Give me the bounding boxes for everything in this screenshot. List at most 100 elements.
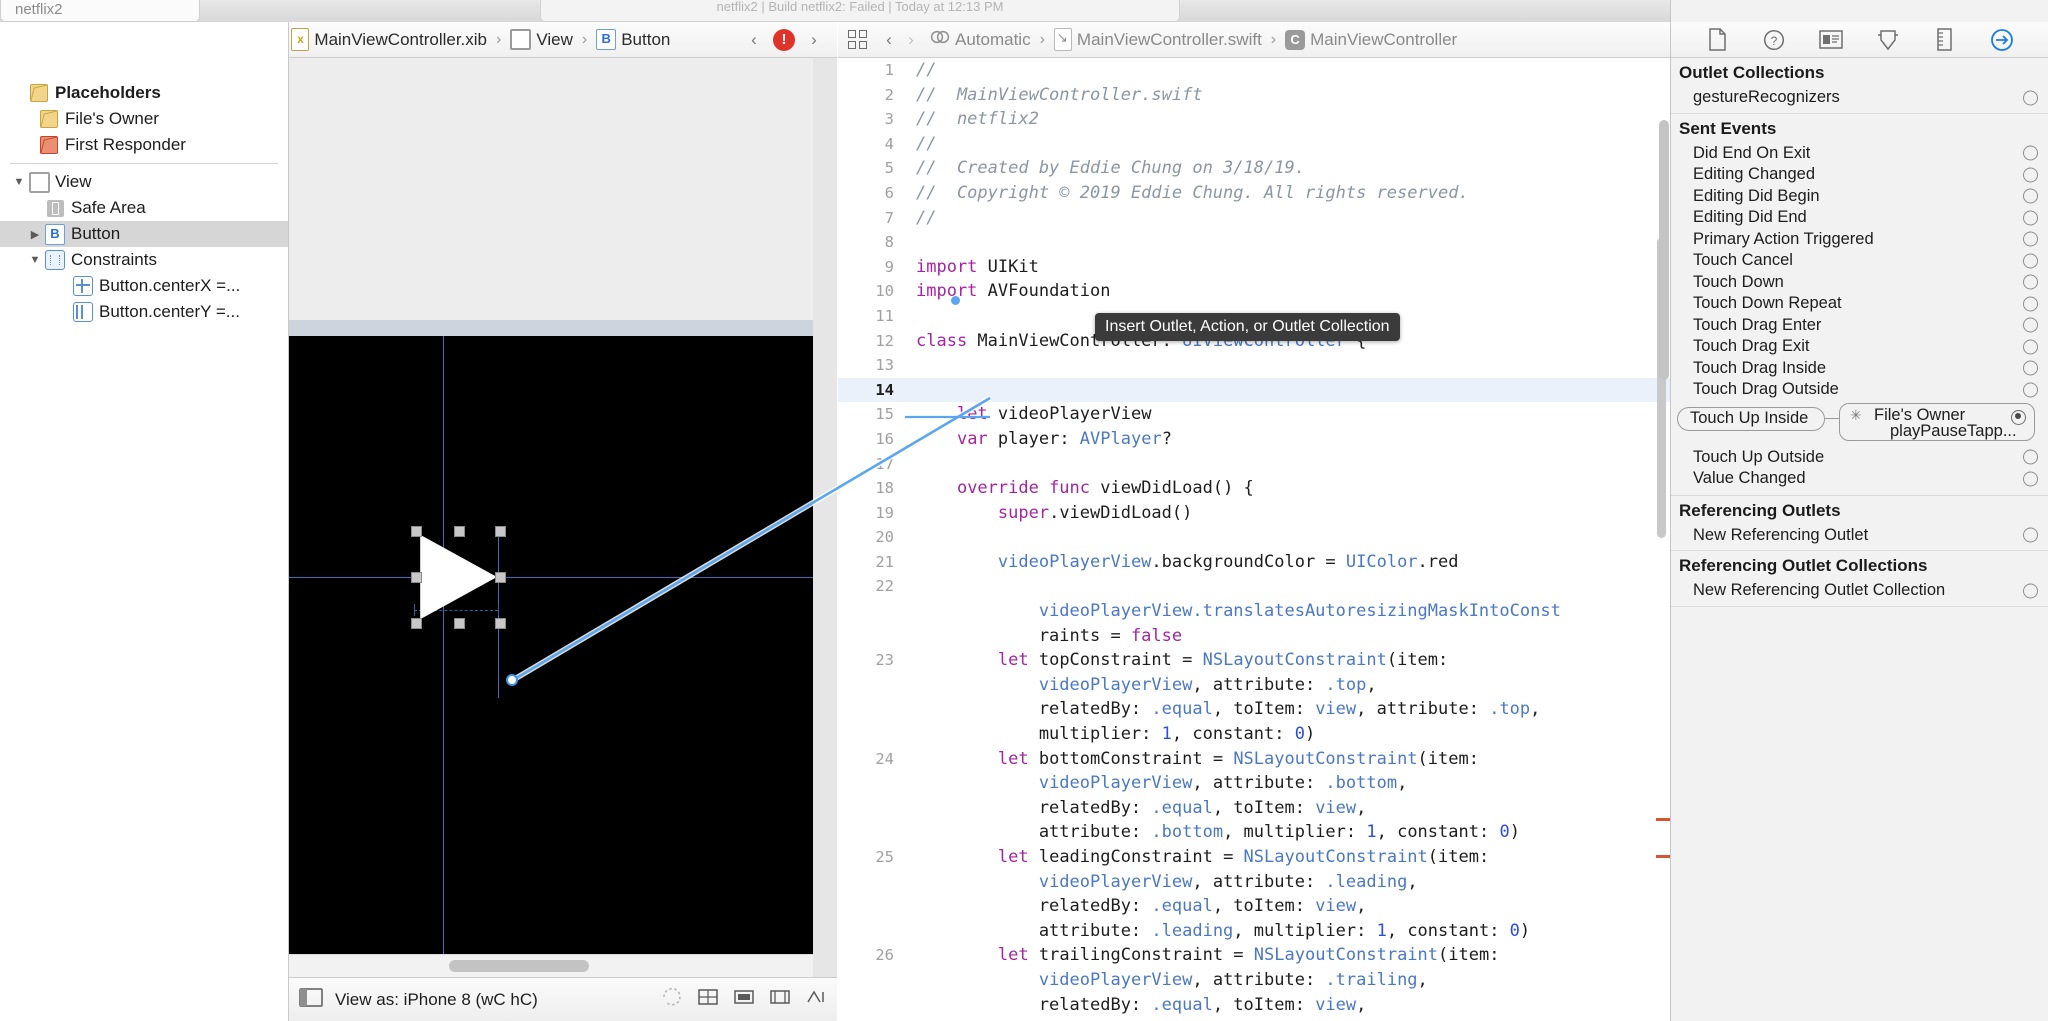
code-line[interactable]: 22 [838,574,1670,599]
connection-row-new-referencing-outlet[interactable]: New Referencing Outlet [1671,525,2048,547]
code-line[interactable]: 9 import UIKit [838,255,1670,280]
pin-constraints-icon[interactable] [733,988,755,1011]
code-line[interactable]: videoPlayerView, attribute: .bottom, [838,771,1670,796]
connection-row-new-referencing-outlet-collection[interactable]: New Referencing Outlet Collection [1671,580,2048,602]
code-line[interactable]: 4 // [838,132,1670,157]
connection-well[interactable] [2023,583,2038,599]
assistant-code-editor[interactable]: 1 // 2 // MainViewController.swift 3 // netfl… [838,58,1670,1021]
connection-row-editing-did-begin[interactable]: Editing Did Begin [1671,186,2048,208]
code-line[interactable]: 25 let leadingConstraint = NSLayoutConst… [838,845,1670,870]
breadcrumb-item-xib[interactable]: MainViewController.xib [314,30,487,50]
code-line[interactable]: videoPlayerView, attribute: .top, [838,673,1670,698]
code-line[interactable]: 26 let trailingConstraint = NSLayoutCons… [838,943,1670,968]
assistant-back-button[interactable]: ‹ [878,28,900,52]
connection-well[interactable] [2023,210,2038,226]
code-line[interactable]: 10 import AVFoundation [838,279,1670,304]
connection-well-connected[interactable] [2011,409,2026,425]
view-as-label[interactable]: View as: iPhone 8 (wC hC) [335,990,538,1010]
code-line[interactable]: 23 let topConstraint = NSLayoutConstrain… [838,648,1670,673]
connection-well[interactable] [2023,317,2038,333]
assistant-forward-button[interactable]: › [900,28,922,52]
code-line[interactable]: 8 [838,230,1670,255]
code-line[interactable]: 24 let bottomConstraint = NSLayoutConstr… [838,747,1670,772]
breadcrumb-item-view[interactable]: View [536,30,573,50]
selection-handle[interactable] [495,572,506,583]
connection-well[interactable] [2023,296,2038,312]
update-frames-icon[interactable] [661,987,683,1011]
selection-handle[interactable] [495,618,506,629]
source-minimap-scrollbar[interactable] [1659,120,1669,380]
connection-row-touch-down[interactable]: Touch Down [1671,272,2048,294]
code-line[interactable]: relatedBy: .equal, toItem: view, [838,993,1670,1018]
assistant-related-items-icon[interactable] [848,29,868,50]
connection-well[interactable] [2023,90,2038,106]
connected-event-touch-up-inside[interactable]: Touch Up Inside ✳ File's Owner playPause… [1671,402,2048,445]
breadcrumb-item-button[interactable]: Button [621,30,670,50]
code-line[interactable]: attribute: .leading, multiplier: 1, cons… [838,919,1670,944]
code-line[interactable]: 16 var player: AVPlayer? [838,427,1670,452]
connection-well[interactable] [2023,167,2038,183]
assistant-crumb-file[interactable]: MainViewController.swift [1077,30,1262,50]
align-icon[interactable] [697,988,719,1011]
connection-row-touch-up-outside[interactable]: Touch Up Outside [1671,447,2048,469]
connection-target-pill[interactable]: ✳ File's Owner playPauseTapp... [1839,402,2035,441]
view-as-toggle-icon[interactable] [299,987,323,1012]
connection-well[interactable] [2023,253,2038,269]
issue-error-badge[interactable]: ! [773,28,795,51]
assistant-crumb-automatic[interactable]: Automatic [955,30,1031,50]
connection-line-head[interactable] [951,296,960,305]
event-pill[interactable]: Touch Up Inside [1677,406,1825,431]
connection-well[interactable] [2023,231,2038,247]
code-line[interactable]: relatedBy: .equal, toItem: view, attribu… [838,697,1670,722]
connection-row-touch-drag-outside[interactable]: Touch Drag Outside [1671,379,2048,401]
connection-row-touch-drag-enter[interactable]: Touch Drag Enter [1671,315,2048,337]
code-line[interactable]: 5 // Created by Eddie Chung on 3/18/19. [838,156,1670,181]
file-inspector-tab[interactable] [1700,27,1734,53]
canvas-horizontal-scrollbar[interactable] [289,954,813,977]
scrollbar-thumb[interactable] [449,960,589,972]
connection-well[interactable] [2023,188,2038,204]
code-line[interactable]: relatedBy: .equal, toItem: view, [838,796,1670,821]
selection-handle[interactable] [454,526,465,537]
interface-builder-canvas[interactable]: View as: iPhone 8 (wC hC) [289,58,837,1021]
code-line[interactable]: videoPlayerView, attribute: .leading, [838,870,1670,895]
connection-well[interactable] [2023,471,2038,487]
code-line[interactable]: 19 super.viewDidLoad() [838,501,1670,526]
connection-row-gesture-recognizers[interactable]: gestureRecognizers [1671,87,2048,109]
code-line[interactable]: 17 [838,452,1670,477]
connection-well[interactable] [2023,382,2038,398]
issue-next-button[interactable]: › [803,28,825,52]
connection-well[interactable] [2023,360,2038,376]
code-line[interactable]: raints = false [838,624,1670,649]
selection-handle[interactable] [411,572,422,583]
assistant-crumb-class[interactable]: MainViewController [1310,30,1457,50]
code-line[interactable]: 14 [838,377,1670,403]
connection-row-touch-drag-exit[interactable]: Touch Drag Exit [1671,336,2048,358]
code-line[interactable]: 18 override func viewDidLoad() { [838,476,1670,501]
selection-handle[interactable] [411,618,422,629]
selection-handle[interactable] [454,618,465,629]
selection-handle[interactable] [495,526,506,537]
connection-row-value-changed[interactable]: Value Changed [1671,468,2048,490]
outline-item-constraints[interactable]: ▼ Constraints [0,247,288,273]
code-line[interactable]: attribute: .bottom, multiplier: 1, const… [838,820,1670,845]
twisty-button[interactable]: ▶ [26,228,44,241]
outline-item-safe-area[interactable]: Safe Area [0,195,288,221]
twisty-view[interactable]: ▼ [10,176,28,188]
connection-well[interactable] [2023,145,2038,161]
connection-well[interactable] [2023,339,2038,355]
connection-row-primary-action-triggered[interactable]: Primary Action Triggered [1671,229,2048,251]
connection-well[interactable] [2023,274,2038,290]
connection-row-touch-drag-inside[interactable]: Touch Drag Inside [1671,358,2048,380]
connection-row-touch-cancel[interactable]: Touch Cancel [1671,250,2048,272]
twisty-constraints[interactable]: ▼ [26,254,44,266]
code-line[interactable]: 6 // Copyright © 2019 Eddie Chung. All ri… [838,181,1670,206]
code-line[interactable]: 13 [838,353,1670,378]
connections-inspector-tab[interactable] [1985,27,2019,53]
code-line[interactable]: 15 let videoPlayerView [838,402,1670,427]
device-preview[interactable] [289,336,813,998]
code-line[interactable]: 3 // netflix2 [838,107,1670,132]
code-line[interactable]: relatedBy: .equal, toItem: view, [838,894,1670,919]
quick-help-inspector-tab[interactable]: ? [1757,27,1791,53]
play-triangle-icon[interactable] [420,534,497,620]
